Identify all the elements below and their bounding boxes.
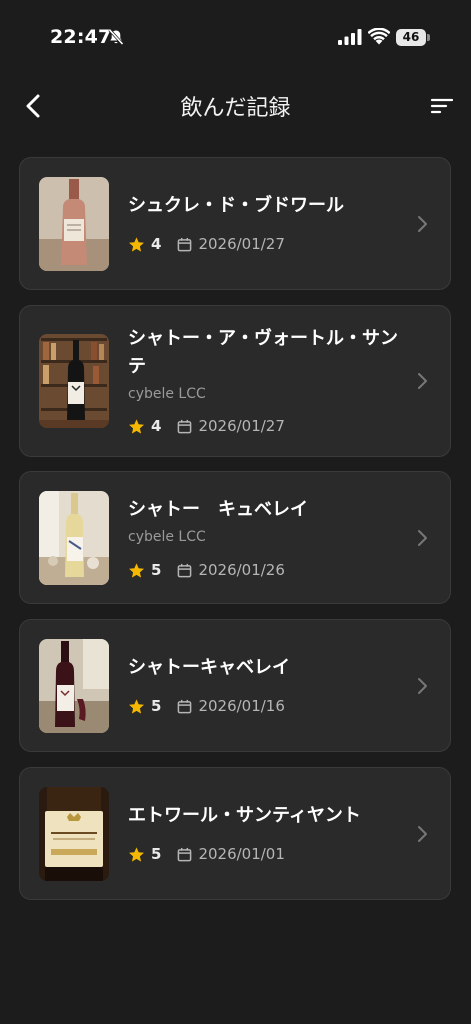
calendar-icon bbox=[178, 563, 192, 577]
wine-thumbnail bbox=[39, 177, 109, 271]
record-date: 2026/01/27 bbox=[198, 417, 285, 435]
star-icon bbox=[129, 236, 144, 252]
battery-tip bbox=[427, 34, 430, 41]
star-icon bbox=[129, 846, 144, 862]
calendar-icon bbox=[178, 847, 192, 861]
record-meta: 5 2026/01/01 bbox=[128, 844, 285, 864]
wine-name: シャトー・ア・ヴォートル・サンテ bbox=[128, 328, 398, 377]
bell-muted-icon bbox=[108, 28, 124, 46]
status-bar: 22:47 46 bbox=[0, 0, 471, 76]
chevron-right-icon bbox=[418, 530, 427, 546]
calendar-icon bbox=[178, 237, 192, 251]
chevron-right-icon bbox=[418, 826, 427, 842]
wine-thumbnail bbox=[39, 787, 109, 881]
record-date: 2026/01/26 bbox=[198, 561, 285, 579]
rating-value: 5 bbox=[151, 845, 162, 863]
page-title: 飲んだ記録 bbox=[180, 96, 291, 121]
nav-header: 飲んだ記録 bbox=[0, 76, 471, 136]
wifi-icon bbox=[368, 28, 390, 45]
rating-value: 4 bbox=[151, 417, 162, 435]
chevron-right-icon bbox=[418, 678, 427, 694]
record-meta: 4 2026/01/27 bbox=[128, 416, 285, 436]
record-meta: 5 2026/01/16 bbox=[128, 696, 285, 716]
star-icon bbox=[129, 562, 144, 578]
calendar-icon bbox=[178, 699, 192, 713]
chevron-right-icon bbox=[418, 373, 427, 389]
wine-name: シュクレ・ド・ブドワール bbox=[128, 195, 344, 216]
record-card[interactable]: シャトー キュベレイ cybele LCC 5 2026/01/26 bbox=[19, 471, 451, 604]
battery-level: 46 bbox=[396, 29, 426, 46]
battery-indicator: 46 bbox=[396, 29, 430, 46]
chevron-right-icon bbox=[418, 216, 427, 232]
wine-name: エトワール・サンティヤント bbox=[128, 805, 361, 826]
wine-thumbnail bbox=[39, 639, 109, 733]
record-date: 2026/01/16 bbox=[198, 697, 285, 715]
rating-value: 5 bbox=[151, 697, 162, 715]
sort-icon[interactable] bbox=[430, 96, 454, 116]
record-meta: 5 2026/01/26 bbox=[128, 560, 285, 580]
status-time: 22:47 bbox=[50, 26, 112, 48]
rating-value: 4 bbox=[151, 235, 162, 253]
record-card[interactable]: エトワール・サンティヤント 5 2026/01/01 bbox=[19, 767, 451, 900]
wine-name: シャトーキャベレイ bbox=[128, 657, 290, 678]
record-meta: 4 2026/01/27 bbox=[128, 234, 285, 254]
calendar-icon bbox=[178, 419, 192, 433]
star-icon bbox=[129, 418, 144, 434]
cellular-signal-icon bbox=[338, 29, 362, 45]
wine-producer: cybele LCC bbox=[128, 529, 206, 545]
record-date: 2026/01/27 bbox=[198, 235, 285, 253]
wine-producer: cybele LCC bbox=[128, 386, 206, 402]
wine-thumbnail bbox=[39, 491, 109, 585]
record-card[interactable]: シャトーキャベレイ 5 2026/01/16 bbox=[19, 619, 451, 752]
record-card[interactable]: シャトー・ア・ヴォートル・サンテ cybele LCC 4 2026/01/27 bbox=[19, 305, 451, 457]
record-card[interactable]: シュクレ・ド・ブドワール 4 2026/01/27 bbox=[19, 157, 451, 290]
wine-thumbnail bbox=[39, 334, 109, 428]
rating-value: 5 bbox=[151, 561, 162, 579]
wine-name: シャトー キュベレイ bbox=[128, 499, 308, 520]
star-icon bbox=[129, 698, 144, 714]
record-date: 2026/01/01 bbox=[198, 845, 285, 863]
